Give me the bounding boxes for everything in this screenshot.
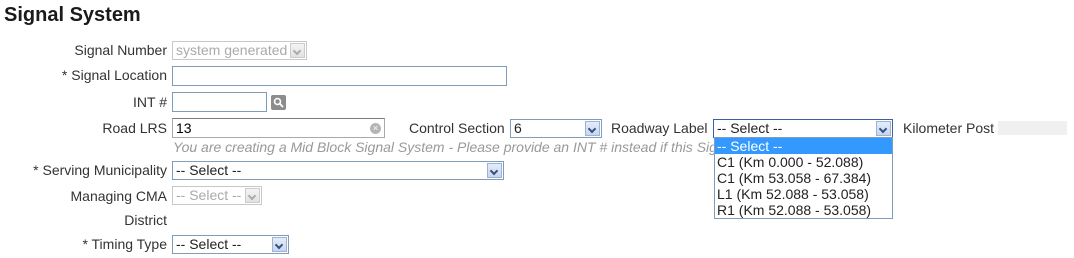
dropdown-option[interactable]: -- Select --: [715, 138, 892, 154]
signal-number-select: system generated: [172, 41, 307, 60]
road-lrs-label: Road LRS: [102, 120, 167, 136]
chevron-down-icon[interactable]: [487, 163, 502, 178]
chevron-down-icon[interactable]: [272, 237, 287, 252]
district-label: District: [124, 212, 167, 228]
timing-type-label: * Timing Type: [82, 236, 167, 252]
control-section-select[interactable]: 6: [510, 119, 602, 138]
serving-municipality-select[interactable]: -- Select --: [172, 161, 504, 180]
kilometer-post-label: Kilometer Post: [903, 120, 995, 136]
roadway-label-dropdown: -- Select -- C1 (Km 0.000 - 52.088) C1 (…: [714, 137, 893, 219]
signal-location-label: * Signal Location: [61, 67, 167, 83]
timing-type-select[interactable]: -- Select --: [172, 235, 289, 254]
timing-type-value: -- Select --: [176, 236, 242, 252]
dropdown-option[interactable]: C1 (Km 53.058 - 67.384): [715, 170, 892, 186]
page-title: Signal System: [4, 4, 141, 26]
int-number-input[interactable]: [172, 92, 267, 112]
dropdown-option[interactable]: C1 (Km 0.000 - 52.088): [715, 154, 892, 170]
chevron-down-icon: [290, 43, 305, 58]
int-number-label: INT #: [133, 94, 167, 110]
serving-municipality-label: * Serving Municipality: [33, 162, 167, 178]
signal-number-label: Signal Number: [74, 42, 167, 58]
chevron-down-icon[interactable]: [585, 121, 600, 136]
managing-cma-label: Managing CMA: [70, 188, 168, 204]
control-section-label: Control Section: [409, 120, 505, 136]
kilometer-post-value: [998, 121, 1067, 135]
control-section-value: 6: [514, 120, 522, 136]
serving-municipality-value: -- Select --: [176, 162, 242, 178]
signal-location-input[interactable]: [172, 66, 507, 86]
roadway-label-select[interactable]: -- Select --: [713, 119, 893, 138]
chevron-down-icon: [245, 188, 260, 203]
chevron-down-icon[interactable]: [876, 121, 891, 136]
roadway-label-label: Roadway Label: [611, 120, 708, 136]
managing-cma-value: -- Select --: [176, 187, 242, 203]
dropdown-option[interactable]: L1 (Km 52.088 - 53.058): [715, 186, 892, 202]
road-lrs-input[interactable]: [172, 118, 385, 138]
managing-cma-select: -- Select --: [172, 186, 262, 205]
clear-icon[interactable]: ×: [370, 123, 381, 134]
dropdown-option[interactable]: R1 (Km 52.088 - 53.058): [715, 202, 892, 218]
roadway-label-value: -- Select --: [717, 120, 783, 136]
signal-number-value: system generated: [176, 42, 288, 58]
search-icon[interactable]: [271, 95, 286, 110]
